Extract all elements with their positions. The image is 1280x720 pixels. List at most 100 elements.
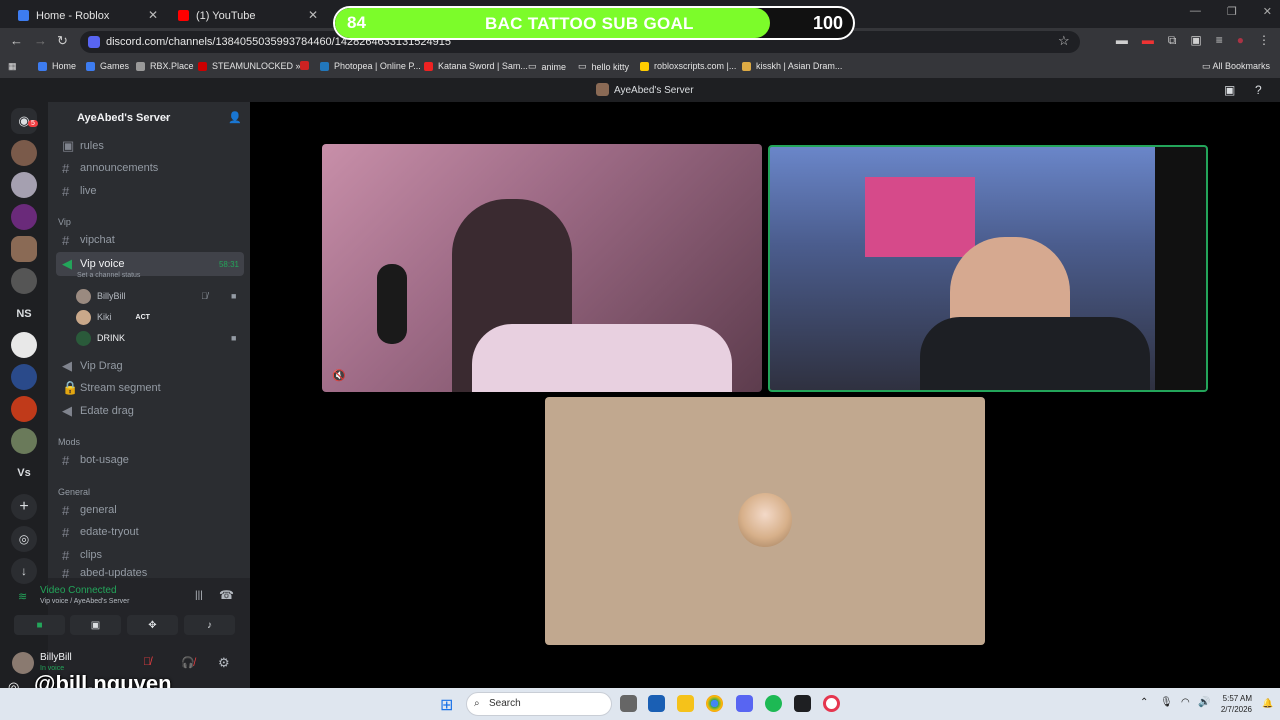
server-icon[interactable] xyxy=(11,428,37,454)
system-clock[interactable]: 5:57 AM 2/7/2026 xyxy=(1216,693,1252,715)
channel-abed-updates[interactable]: # abed-updates xyxy=(56,568,244,578)
close-tab-icon[interactable]: ✕ xyxy=(308,8,318,22)
app-icon[interactable] xyxy=(648,695,665,712)
bookmark-item[interactable]: Photopea | Online P... xyxy=(320,61,421,71)
invite-people-icon[interactable]: 👤 xyxy=(228,111,242,124)
soundboard-button[interactable]: ♪ xyxy=(184,615,235,635)
voice-location[interactable]: Vip voice / AyeAbed's Server xyxy=(40,598,129,605)
voice-user[interactable]: DRINK ■ xyxy=(76,329,246,347)
discord-icon[interactable] xyxy=(736,695,753,712)
deafen-icon[interactable]: 🎧̸ xyxy=(181,656,195,669)
server-icon[interactable] xyxy=(11,204,37,230)
voice-user[interactable]: Kiki ACT xyxy=(76,308,246,326)
extension-icon[interactable]: ▬ xyxy=(1142,33,1154,48)
close-tab-icon[interactable]: ✕ xyxy=(148,8,158,22)
maximize-icon[interactable]: ❐ xyxy=(1227,5,1237,18)
channel-live[interactable]: # live xyxy=(56,181,244,201)
current-username[interactable]: BillyBill xyxy=(40,652,72,663)
server-icon[interactable] xyxy=(11,172,37,198)
forward-icon[interactable]: → xyxy=(34,33,47,48)
voice-status[interactable]: Video Connected xyxy=(40,585,117,596)
tab-roblox[interactable]: Home - Roblox ✕ xyxy=(6,3,164,28)
extension-icon[interactable]: ▬ xyxy=(1116,33,1128,48)
video-tile[interactable]: 🔇 xyxy=(322,144,762,392)
screen-share-button[interactable]: ▣ xyxy=(70,615,121,635)
settings-gear-icon[interactable]: ⚙ xyxy=(218,655,230,671)
video-tile-speaking[interactable] xyxy=(768,145,1208,392)
help-icon[interactable]: ? xyxy=(1255,83,1262,97)
tray-chevron-up-icon[interactable]: ⌃ xyxy=(1140,697,1148,708)
back-icon[interactable]: ← xyxy=(10,33,23,48)
minimize-icon[interactable]: — xyxy=(1190,5,1201,18)
cast-icon[interactable]: ▣ xyxy=(1190,33,1201,48)
profile-avatar-icon[interactable]: ● xyxy=(1237,33,1244,48)
server-icon[interactable]: Vs xyxy=(11,467,37,479)
channel-general[interactable]: # general xyxy=(56,500,244,520)
channel-edate-tryout[interactable]: # edate-tryout xyxy=(56,522,244,542)
apps-grid-icon[interactable]: ▦ xyxy=(8,61,17,72)
server-icon[interactable] xyxy=(11,140,37,166)
notification-bell-icon[interactable]: 🔔 xyxy=(1262,698,1273,709)
channel-announcements[interactable]: # announcements xyxy=(56,158,244,178)
windows-start-icon[interactable]: ⊞ xyxy=(440,695,453,715)
bookmark-item[interactable]: Games xyxy=(86,61,129,71)
chevron-down-icon[interactable]: ⌄ xyxy=(163,111,171,122)
category-vip[interactable]: Vip xyxy=(58,217,71,227)
signal-icon[interactable]: ≋ xyxy=(18,590,27,603)
bookmark-item[interactable]: RBX.Place xyxy=(136,61,194,71)
category-mods[interactable]: Mods xyxy=(58,437,80,447)
server-icon[interactable] xyxy=(11,332,37,358)
add-server-icon[interactable]: + xyxy=(11,494,37,520)
bookmark-item[interactable] xyxy=(300,61,314,70)
camera-button[interactable]: ■ xyxy=(14,615,65,635)
channel-bot-usage[interactable]: # bot-usage xyxy=(56,450,244,470)
tab-youtube[interactable]: (1) YouTube ✕ xyxy=(166,3,324,28)
bookmark-folder[interactable]: ▭ hello kitty xyxy=(578,61,629,72)
channel-vip-drag[interactable]: ◀ Vip Drag xyxy=(56,356,244,376)
puzzle-icon[interactable]: ⧉ xyxy=(1168,33,1177,48)
bookmark-item[interactable]: robloxscripts.com |... xyxy=(640,61,736,71)
noise-suppression-icon[interactable]: ||| xyxy=(195,590,203,601)
close-window-icon[interactable]: ✕ xyxy=(1263,5,1272,18)
download-icon[interactable]: ↓ xyxy=(11,558,37,584)
channel-rules[interactable]: ▣ rules xyxy=(56,136,244,156)
file-explorer-icon[interactable] xyxy=(677,695,694,712)
activities-button[interactable]: ✥ xyxy=(127,615,178,635)
avatar[interactable] xyxy=(738,493,792,547)
site-info-icon[interactable] xyxy=(88,36,100,48)
bookmark-item[interactable]: kisskh | Asian Dram... xyxy=(742,61,842,71)
channel-status[interactable]: Set a channel status xyxy=(77,272,140,279)
channel-vipchat[interactable]: # vipchat xyxy=(56,230,244,250)
bookmark-item[interactable]: Katana Sword | Sam... xyxy=(424,61,528,71)
microphone-icon[interactable]: 🎙 xyxy=(1160,697,1173,708)
mute-mic-icon[interactable]: 🎙̸ xyxy=(143,656,151,668)
bookmark-folder[interactable]: ▭ anime xyxy=(528,61,566,72)
server-name[interactable]: AyeAbed's Server xyxy=(77,112,170,124)
taskbar-search[interactable]: ⌕ Search xyxy=(466,692,612,716)
channel-clips[interactable]: # clips xyxy=(56,545,244,565)
avatar[interactable] xyxy=(12,652,34,674)
bookmark-item[interactable]: Home xyxy=(38,61,76,71)
server-icon[interactable] xyxy=(11,396,37,422)
app-icon[interactable] xyxy=(794,695,811,712)
server-icon[interactable] xyxy=(11,268,37,294)
server-icon[interactable]: NS xyxy=(11,308,37,320)
voice-user[interactable]: BillyBill 🎙̸ ■ xyxy=(76,287,246,305)
bookmark-star-icon[interactable]: ☆ xyxy=(1058,33,1070,49)
discover-icon[interactable]: ◎ xyxy=(11,526,37,552)
opera-icon[interactable] xyxy=(823,695,840,712)
spotify-icon[interactable] xyxy=(765,695,782,712)
volume-icon[interactable]: 🔊 xyxy=(1198,697,1210,708)
disconnect-icon[interactable]: ☎ xyxy=(219,588,234,602)
chrome-icon[interactable] xyxy=(706,695,723,712)
server-icon-selected[interactable] xyxy=(11,236,37,262)
reload-icon[interactable]: ↻ xyxy=(57,33,68,49)
channel-edate-drag[interactable]: ◀ Edate drag xyxy=(56,401,244,421)
server-icon[interactable] xyxy=(11,364,37,390)
menu-list-icon[interactable]: ≡ xyxy=(1216,33,1223,48)
kebab-menu-icon[interactable]: ⋮ xyxy=(1258,33,1270,48)
category-general[interactable]: General xyxy=(58,487,90,497)
bookmark-item[interactable]: STEAMUNLOCKED »... xyxy=(198,61,308,71)
app-icon[interactable] xyxy=(620,695,637,712)
channel-stream-segment[interactable]: 🔒 Stream segment xyxy=(56,378,244,398)
